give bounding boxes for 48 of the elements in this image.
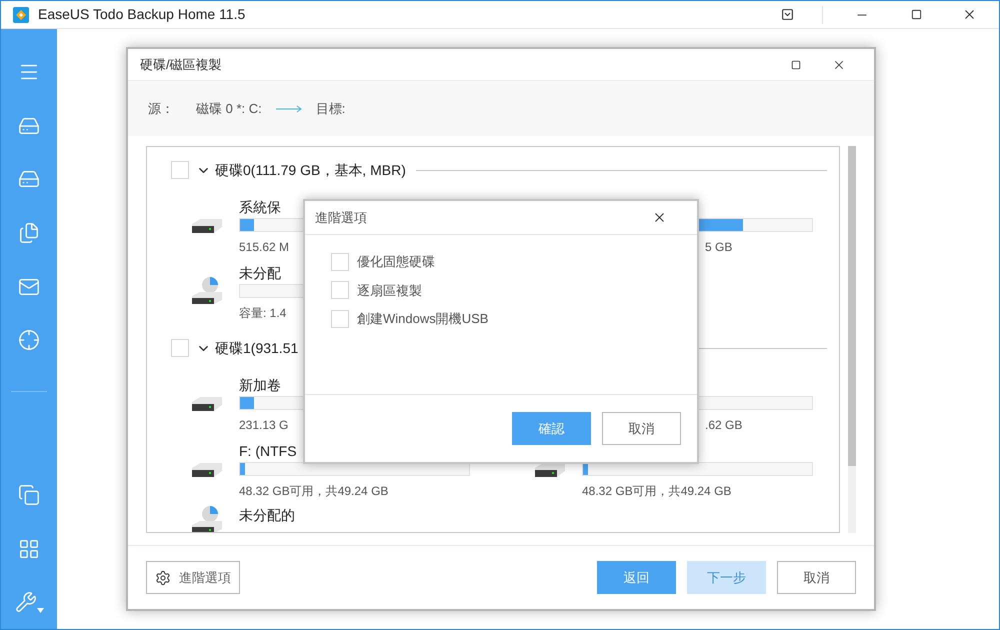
partition-info: 48.32 GB可用，共49.24 GB xyxy=(239,482,388,500)
disk-label: 硬碟0(111.79 GB，基本, MBR) xyxy=(215,160,406,180)
dropdown-icon[interactable] xyxy=(781,8,794,21)
source-value: 磁碟 0 *: C: xyxy=(196,100,262,118)
files-icon[interactable] xyxy=(18,222,40,244)
window-title: EaseUS Todo Backup Home 11.5 xyxy=(38,5,246,24)
copy-icon[interactable] xyxy=(18,484,40,506)
partition-info: 231.13 G xyxy=(239,416,288,434)
option-label: 優化固態硬碟 xyxy=(357,253,435,271)
dialog-button[interactable]: 取消 xyxy=(777,561,856,594)
disk-checkbox[interactable] xyxy=(171,339,189,357)
advanced-options-button[interactable]: 進階選項 xyxy=(146,561,240,594)
partition-info: 48.32 GB可用，共49.24 GB xyxy=(582,482,732,500)
partition-info: .62 GB xyxy=(705,416,742,434)
wrench-icon[interactable] xyxy=(14,591,44,614)
hard-drive-icon xyxy=(190,218,224,234)
partition-info: 容量: 1.4 xyxy=(239,304,286,322)
crosshair-icon[interactable] xyxy=(18,329,40,352)
dialog-title: 硬碟/磁區複製 xyxy=(140,56,222,74)
grid-icon[interactable] xyxy=(18,538,40,560)
hard-drive-icon xyxy=(533,462,567,478)
partition-info: 515.62 M xyxy=(239,238,290,256)
settings-icon xyxy=(155,570,171,586)
hard-drive-icon xyxy=(190,462,224,478)
partition-name: 未分配 xyxy=(239,264,281,280)
disk-label: 硬碟1(931.51 xyxy=(215,338,298,358)
partition-name: 未分配的 xyxy=(239,507,295,523)
option-checkbox[interactable] xyxy=(331,281,349,300)
disk-checkbox[interactable] xyxy=(171,161,189,179)
maximize-icon[interactable] xyxy=(911,9,922,20)
option-checkbox[interactable] xyxy=(331,310,349,328)
partition-name: 新加卷 xyxy=(239,376,281,392)
target-label: 目標: xyxy=(316,100,346,118)
option-label: 逐扇區複製 xyxy=(357,282,422,300)
option-label: 創建Windows開機USB xyxy=(357,310,488,328)
partition-name: 系統保 xyxy=(239,198,281,214)
source-label: 源： xyxy=(148,100,174,118)
option-checkbox[interactable] xyxy=(331,252,349,271)
maximize-icon[interactable] xyxy=(791,60,801,70)
partition-name: F: (NTFS xyxy=(239,442,297,458)
scrollbar[interactable] xyxy=(848,146,856,533)
app-logo-icon xyxy=(13,6,29,22)
arrow-icon xyxy=(276,104,302,112)
dialog-button[interactable]: 取消 xyxy=(602,412,681,445)
dialog-title: 進階選項 xyxy=(315,208,367,227)
partition-info: 5 GB xyxy=(705,238,732,256)
hard-drive-icon xyxy=(190,396,224,412)
disk-pie-icon xyxy=(190,505,224,532)
